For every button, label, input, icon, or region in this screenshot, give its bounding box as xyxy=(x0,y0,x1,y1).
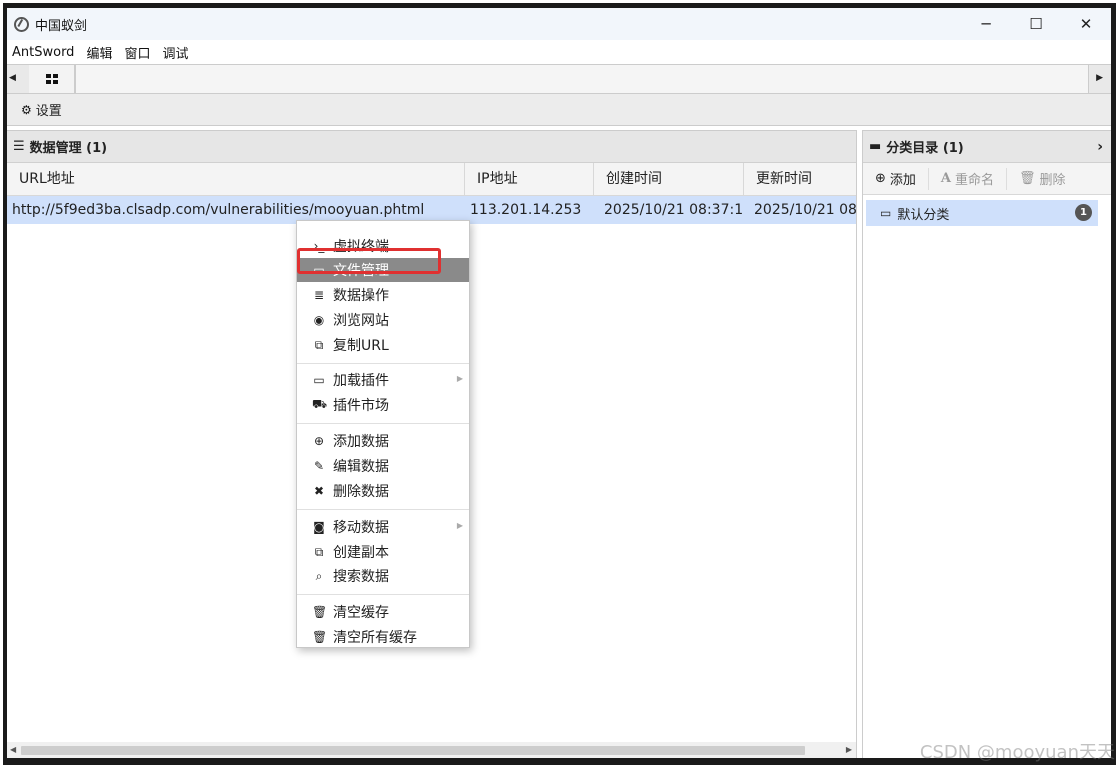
menu-separator xyxy=(297,363,469,364)
menu-item-data-operation[interactable]: ≣ 数据操作 xyxy=(297,283,469,307)
settings-button[interactable]: 设置 xyxy=(36,100,62,119)
plus-circle-icon: ⊕ xyxy=(313,434,325,448)
list-icon: ☰ xyxy=(13,139,25,154)
menu-item-search-data[interactable]: ⌕ 搜索数据 xyxy=(297,564,469,588)
scrollbar-thumb[interactable] xyxy=(21,746,805,755)
menu-item-edit-data[interactable]: ✎ 编辑数据 xyxy=(297,454,469,478)
folder-icon: ▬ xyxy=(869,139,882,154)
folder-outline-icon: ▭ xyxy=(313,373,325,387)
column-url[interactable]: URL地址 xyxy=(7,163,465,196)
watermark: CSDN @mooyuan天天 xyxy=(919,742,1115,763)
app-window: 中国蚁剑 ─ ☐ ✕ AntSword 编辑 窗口 调试 ◀ ▶ ⚙ 设置 ☰ … xyxy=(7,8,1111,758)
submenu-arrow-icon: ▶ xyxy=(456,521,463,530)
menu-item-create-copy[interactable]: ⧉ 创建副本 xyxy=(297,540,469,564)
folder-outline-icon: ▭ xyxy=(880,206,892,220)
close-icon: ✖ xyxy=(313,484,325,498)
tab-scroll-left-icon[interactable]: ◀ xyxy=(9,73,16,83)
category-toolbar: ⊕ 添加 A 重命名 🗑 删除 xyxy=(863,163,1111,195)
chrome-icon: ◉ xyxy=(313,313,325,327)
category-panel: ▬ 分类目录 (1) › ⊕ 添加 A 重命名 🗑 删除 ▭ 默认分类 1 xyxy=(862,130,1111,758)
menu-separator xyxy=(297,509,469,510)
column-created[interactable]: 创建时间 xyxy=(594,163,744,196)
tab-empty-area xyxy=(75,65,1089,93)
antsword-logo-icon xyxy=(14,16,29,32)
tab-bar: ◀ ▶ xyxy=(7,64,1111,94)
category-count-badge: 1 xyxy=(1075,204,1092,221)
font-icon: A xyxy=(940,171,952,186)
copy-icon: ⧉ xyxy=(314,337,324,352)
maximize-button[interactable]: ☐ xyxy=(1011,8,1061,40)
window-controls: ─ ☐ ✕ xyxy=(961,8,1111,40)
horizontal-scrollbar[interactable]: ◀ ▶ xyxy=(7,742,856,758)
row-created: 2025/10/21 08:37:18 xyxy=(604,202,742,218)
menu-item-copy-url[interactable]: ⧉ 复制URL xyxy=(297,333,469,357)
menu-bar: AntSword 编辑 窗口 调试 xyxy=(7,40,1111,64)
window-title: 中国蚁剑 xyxy=(35,18,88,34)
database-icon: ≣ xyxy=(313,288,325,302)
add-category-button[interactable]: ⊕ 添加 xyxy=(863,167,929,190)
minimize-button[interactable]: ─ xyxy=(961,8,1011,40)
menu-window[interactable]: 窗口 xyxy=(124,43,150,62)
rename-category-button[interactable]: A 重命名 xyxy=(929,167,1008,190)
column-ip[interactable]: IP地址 xyxy=(465,163,594,196)
menu-separator xyxy=(297,594,469,595)
context-menu: ›_ 虚拟终端 ▭ 文件管理 ≣ 数据操作 ◉ 浏览网站 ⧉ 复制URL ▭ 加载插件 ▶ ⛟… xyxy=(296,220,470,648)
menu-edit[interactable]: 编辑 xyxy=(86,43,112,62)
main-toolbar: ⚙ 设置 xyxy=(7,94,1111,126)
menu-item-load-plugin[interactable]: ▭ 加载插件 ▶ xyxy=(297,368,469,392)
edit-icon: ✎ xyxy=(313,459,325,473)
trash-icon: 🗑 xyxy=(1019,171,1036,186)
grid-icon xyxy=(45,74,58,84)
menu-antsword[interactable]: AntSword xyxy=(12,45,74,60)
chevron-right-icon[interactable]: › xyxy=(1097,139,1103,155)
row-ip: 113.201.14.253 xyxy=(470,202,582,218)
trash-outline-icon: 🗑 xyxy=(312,605,328,619)
menu-item-clear-cache[interactable]: 🗑 清空缓存 xyxy=(297,600,469,624)
scroll-left-icon[interactable]: ◀ xyxy=(10,745,16,754)
delete-label: 删除 xyxy=(1039,173,1066,188)
copy-icon: ⧉ xyxy=(314,544,324,559)
category-panel-title: 分类目录 (1) xyxy=(886,141,964,156)
menu-item-plugin-market[interactable]: ⛟ 插件市场 xyxy=(297,393,469,417)
category-item-default[interactable]: ▭ 默认分类 1 xyxy=(866,200,1098,226)
tab-home[interactable] xyxy=(29,65,75,93)
row-updated: 2025/10/21 08:3 xyxy=(754,202,857,218)
rename-label: 重命名 xyxy=(955,173,995,188)
trash-icon: 🗑 xyxy=(312,630,328,644)
close-button[interactable]: ✕ xyxy=(1061,8,1111,40)
menu-debug[interactable]: 调试 xyxy=(162,43,188,62)
scroll-right-icon[interactable]: ▶ xyxy=(846,745,852,754)
category-name: 默认分类 xyxy=(897,207,950,223)
cart-icon: ⛟ xyxy=(312,397,328,411)
menu-item-add-data[interactable]: ⊕ 添加数据 xyxy=(297,429,469,453)
plus-circle-icon: ⊕ xyxy=(875,171,886,186)
title-bar: 中国蚁剑 ─ ☐ ✕ xyxy=(7,8,1111,40)
menu-item-browse-site[interactable]: ◉ 浏览网站 xyxy=(297,308,469,332)
data-panel-header: ☰ 数据管理 (1) xyxy=(7,131,856,163)
gear-icon: ⚙ xyxy=(21,102,32,117)
column-updated[interactable]: 更新时间 xyxy=(744,163,857,196)
category-panel-header: ▬ 分类目录 (1) › xyxy=(863,131,1111,163)
search-icon: ⌕ xyxy=(315,568,323,583)
menu-item-move-data[interactable]: ◙ 移动数据 ▶ xyxy=(297,515,469,539)
table-header: URL地址 IP地址 创建时间 更新时间 xyxy=(7,163,856,196)
menu-item-delete-data[interactable]: ✖ 删除数据 xyxy=(297,479,469,503)
delete-category-button[interactable]: 🗑 删除 xyxy=(1007,168,1078,190)
data-panel-title: 数据管理 (1) xyxy=(29,141,108,156)
add-label: 添加 xyxy=(889,173,916,188)
menu-separator xyxy=(297,423,469,424)
highlight-annotation-box xyxy=(297,248,441,274)
menu-item-clear-all-cache[interactable]: 🗑 清空所有缓存 xyxy=(297,625,469,649)
submenu-arrow-icon: ▶ xyxy=(456,374,463,383)
tab-scroll-right-icon[interactable]: ▶ xyxy=(1096,73,1103,83)
move-icon: ◙ xyxy=(313,520,325,534)
